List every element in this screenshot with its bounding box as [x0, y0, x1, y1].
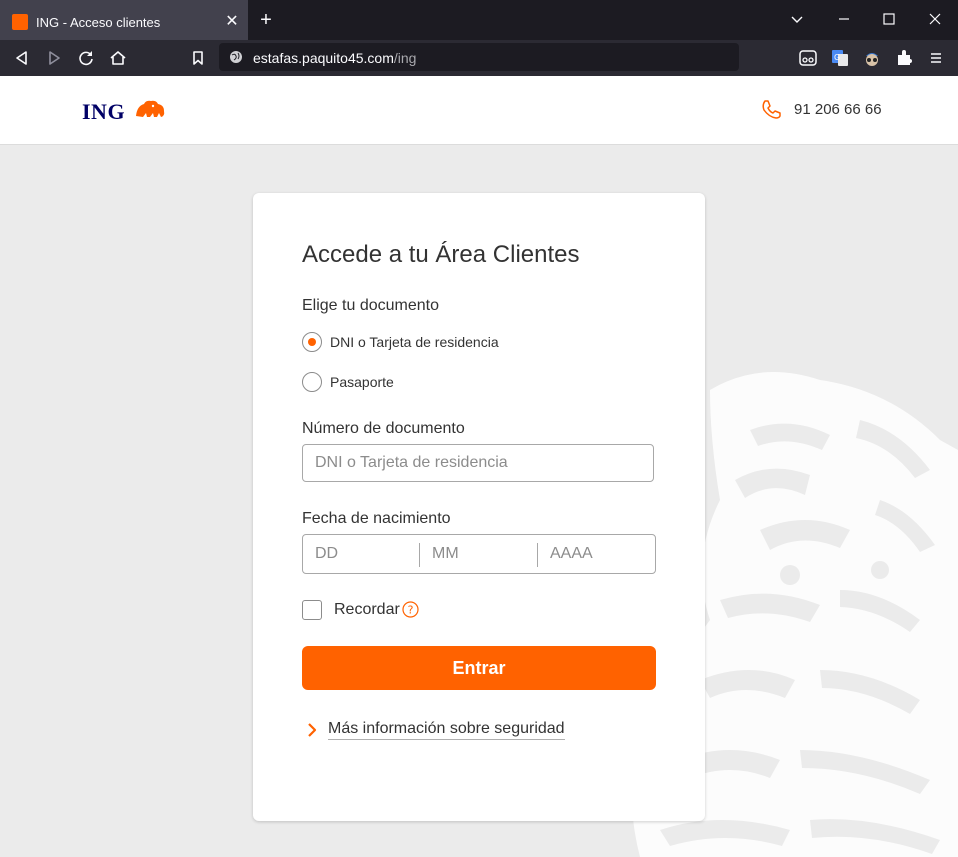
phone-number[interactable]: 91 206 66 66: [794, 101, 882, 118]
login-card: Accede a tu Área Clientes Elige tu docum…: [253, 193, 705, 821]
close-icon[interactable]: [924, 8, 946, 30]
address-bar[interactable]: estafas.paquito45.com/ing: [219, 43, 739, 71]
menu-icon[interactable]: [926, 48, 946, 68]
maximize-icon[interactable]: [878, 8, 900, 30]
birth-date-label: Fecha de nacimiento: [302, 510, 451, 527]
radio-dni-label: DNI o Tarjeta de residencia: [330, 334, 499, 350]
spy-extension-icon[interactable]: [862, 48, 882, 68]
radio-dni[interactable]: DNI o Tarjeta de residencia: [302, 332, 512, 354]
birth-year-input[interactable]: [538, 535, 655, 573]
forward-icon[interactable]: [43, 47, 65, 69]
chevron-right-icon: [308, 723, 317, 737]
url-text: estafas.paquito45.com/ing: [253, 50, 416, 66]
birth-date-group: [302, 534, 656, 574]
home-icon[interactable]: [107, 47, 129, 69]
translate-extension-icon[interactable]: G: [830, 48, 850, 68]
radio-passport[interactable]: Pasaporte: [302, 372, 412, 394]
browser-tab-strip: ING - Acceso clientes ✕ +: [0, 0, 958, 40]
remember-checkbox[interactable]: [302, 600, 322, 620]
ing-favicon-icon: [12, 14, 28, 30]
lion-logo-icon: [136, 100, 165, 117]
globe-icon: [229, 50, 243, 64]
remember-label[interactable]: Recordar: [334, 601, 400, 619]
logo-text: ING: [82, 99, 126, 124]
browser-toolbar: estafas.paquito45.com/ing G: [0, 40, 958, 76]
phone-icon: [762, 100, 781, 119]
page-title: Accede a tu Área Clientes: [302, 241, 580, 268]
minimize-icon[interactable]: [833, 8, 855, 30]
tab-list-icon[interactable]: [786, 8, 808, 30]
reload-icon[interactable]: [75, 47, 97, 69]
security-info-link[interactable]: Más información sobre seguridad: [328, 720, 565, 740]
doc-number-input[interactable]: [302, 444, 654, 482]
radio-passport-button[interactable]: [302, 372, 322, 392]
radio-dni-button[interactable]: [302, 332, 322, 352]
url-path: /ing: [393, 50, 417, 66]
site-header: ING 91 206 66 66: [0, 76, 958, 145]
extension-icon[interactable]: [894, 48, 914, 68]
back-icon[interactable]: [11, 47, 33, 69]
doc-number-label: Número de documento: [302, 420, 465, 437]
bookmark-icon[interactable]: [187, 47, 209, 69]
new-tab-button[interactable]: +: [255, 9, 277, 31]
tab-close-icon[interactable]: ✕: [222, 11, 242, 30]
document-type-label: Elige tu documento: [302, 297, 439, 314]
url-domain: estafas.paquito45.com: [253, 50, 394, 66]
submit-button[interactable]: Entrar: [302, 646, 656, 690]
reader-extension-icon[interactable]: [798, 48, 818, 68]
birth-month-input[interactable]: [420, 535, 537, 573]
radio-passport-label: Pasaporte: [330, 374, 394, 390]
help-icon[interactable]: ?: [402, 601, 419, 618]
svg-text:?: ?: [408, 604, 414, 617]
svg-text:G: G: [834, 53, 840, 62]
browser-tab[interactable]: ING - Acceso clientes ✕: [0, 0, 248, 40]
tab-title: ING - Acceso clientes: [36, 15, 161, 30]
birth-day-input[interactable]: [303, 535, 419, 573]
